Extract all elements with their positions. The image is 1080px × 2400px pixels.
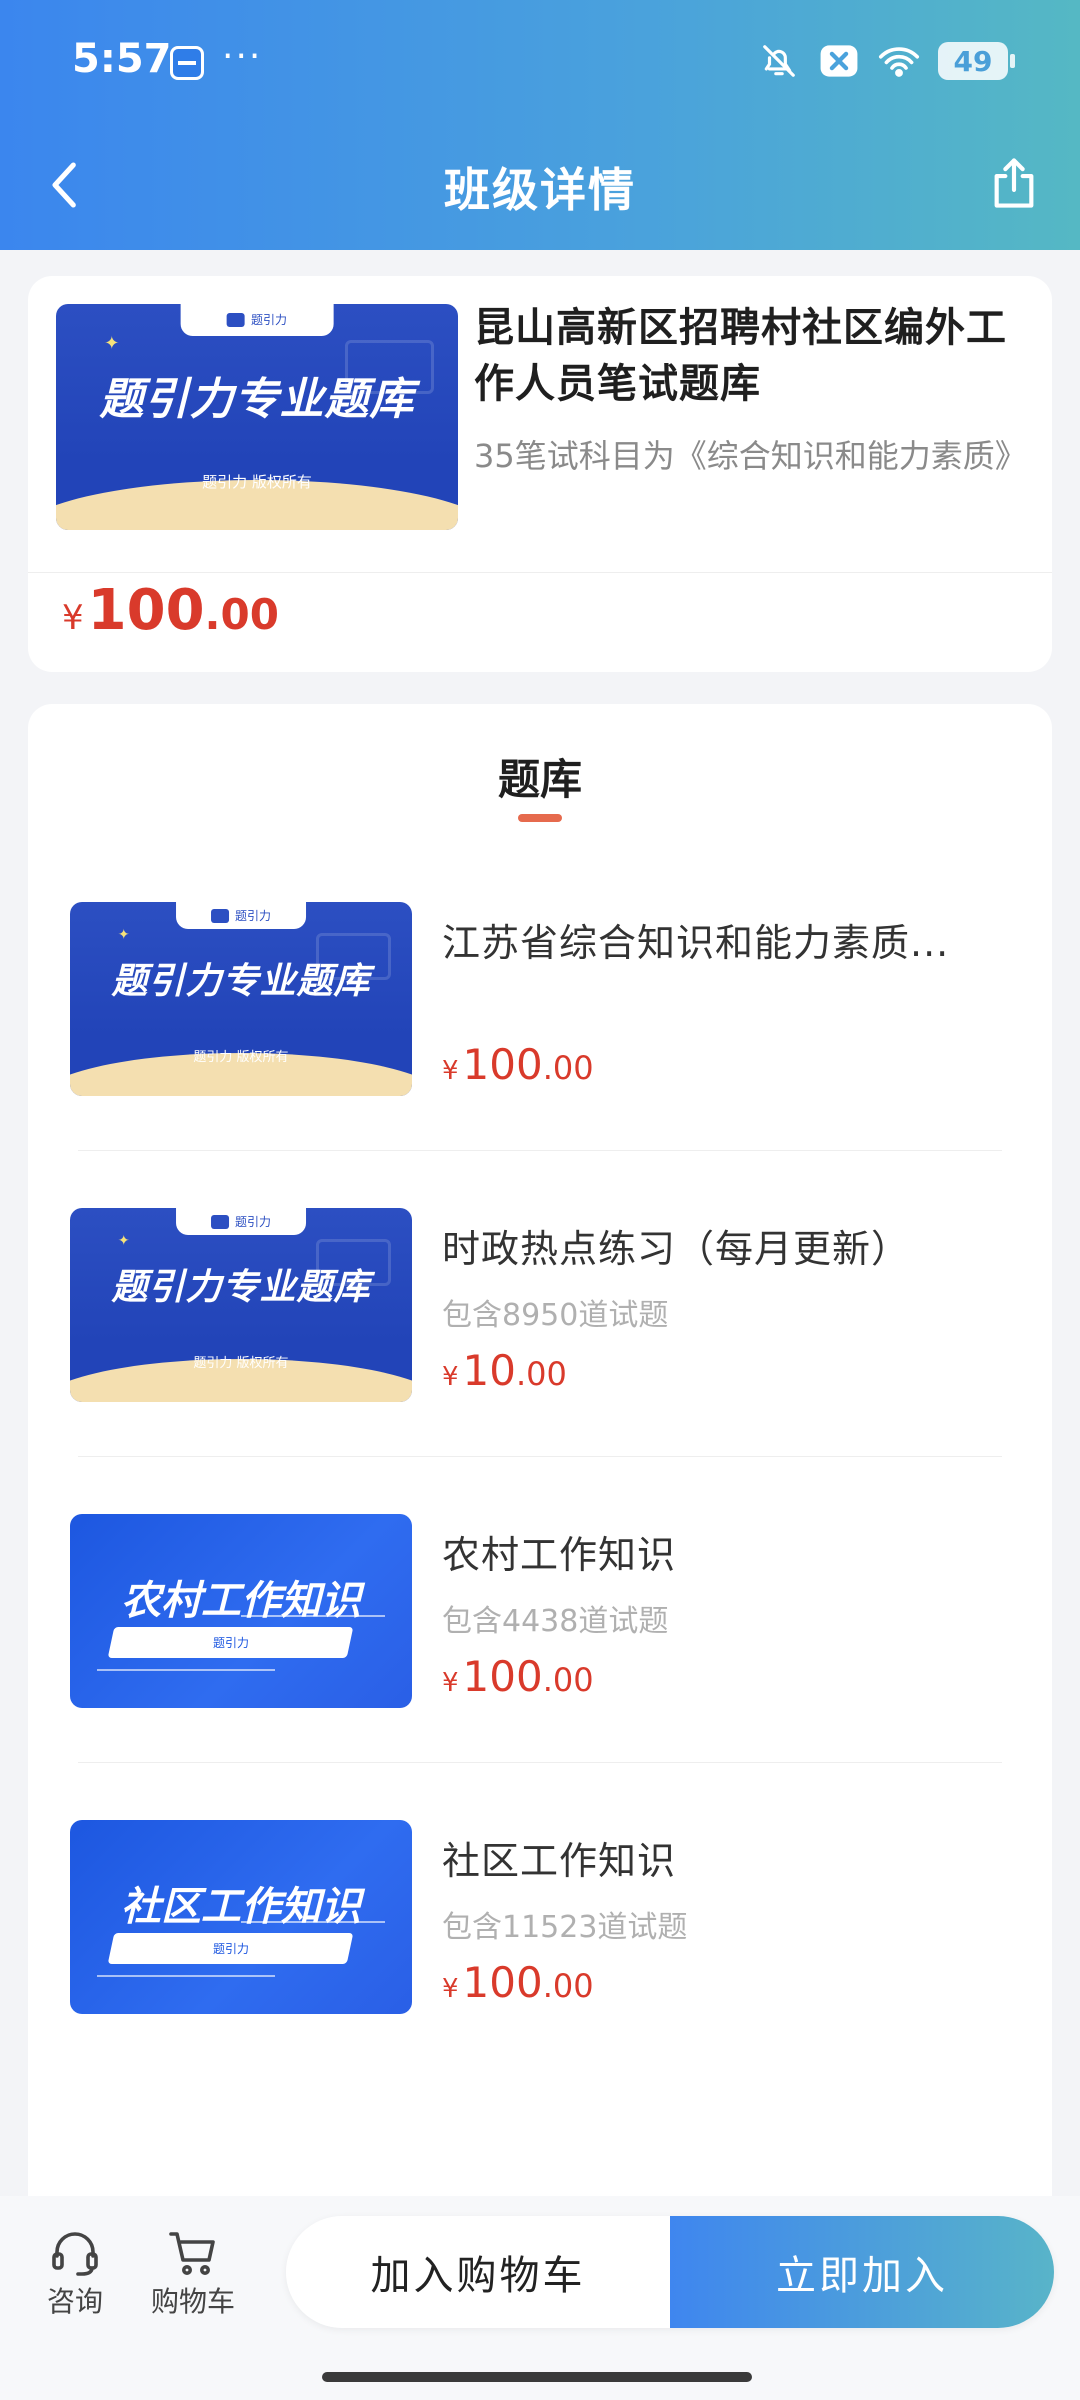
item-thumbnail: 社区工作知识 题引力 — [70, 1820, 412, 2014]
item-question-count: 包含8950道试题 — [442, 1298, 669, 1333]
product-title: 昆山高新区招聘村社区编外工作人员笔试题库 — [474, 305, 1007, 407]
item-title: 社区工作知识 — [442, 1839, 677, 1883]
thumbnail-tab: 题引力 — [180, 304, 334, 336]
tab-question-bank[interactable]: 题库 — [0, 746, 1080, 807]
bell-off-icon — [758, 40, 800, 82]
item-thumbnail: 题引力 ✦ 题引力专业题库 题引力 版权所有 — [70, 1208, 412, 1402]
item-title: 时政热点练习（每月更新） — [442, 1227, 911, 1271]
cart-icon — [169, 2232, 215, 2275]
item-price: ¥100.00 — [442, 1652, 594, 1701]
item-price: ¥100.00 — [442, 1958, 594, 2007]
divider — [28, 572, 1052, 573]
divider — [78, 1762, 1002, 1763]
headset-icon — [52, 2232, 98, 2276]
divider — [78, 1456, 1002, 1457]
product-description: 35笔试科目为《综合知识和能力素质》 — [474, 437, 1027, 475]
share-icon — [994, 158, 1034, 208]
cta-group: 加入购物车 立即加入 — [286, 2216, 1054, 2328]
item-price: ¥100.00 — [442, 1040, 594, 1089]
item-question-count: 包含4438道试题 — [442, 1604, 669, 1639]
status-time: 5:57 — [72, 36, 172, 82]
product-price: ¥ 100 .00 — [62, 578, 279, 643]
share-button[interactable] — [984, 148, 1044, 218]
item-thumbnail: 农村工作知识 题引力 — [70, 1514, 412, 1708]
product-thumbnail: 题引力 ✦ 题引力专业题库 题引力 版权所有 — [56, 304, 458, 530]
join-now-button[interactable]: 立即加入 — [670, 2216, 1054, 2328]
consult-button[interactable]: 咨询 — [30, 2228, 120, 2320]
page-title: 班级详情 — [444, 163, 636, 217]
item-question-count: 包含11523道试题 — [442, 1910, 688, 1945]
close-badge-icon — [818, 40, 860, 82]
item-thumbnail: 题引力 ✦ 题引力专业题库 题引力 版权所有 — [70, 902, 412, 1096]
wifi-icon — [878, 40, 920, 82]
thumbnail-footer: 题引力 版权所有 — [202, 473, 312, 492]
tab-indicator — [518, 814, 562, 822]
home-indicator[interactable] — [322, 2372, 752, 2382]
add-to-cart-button[interactable]: 加入购物车 — [286, 2216, 670, 2328]
header: 5:57 ··· 49 班级详情 — [0, 0, 1080, 250]
more-notifications: ··· — [222, 36, 263, 77]
divider — [78, 1150, 1002, 1151]
status-icons: 49 — [758, 40, 1015, 82]
item-title: 农村工作知识 — [442, 1533, 677, 1577]
cart-button[interactable]: 购物车 — [148, 2228, 238, 2320]
battery-icon: 49 — [938, 42, 1015, 80]
item-price: ¥10.00 — [442, 1346, 567, 1395]
wallet-app-icon — [170, 46, 204, 80]
thumbnail-headline: 题引力专业题库 — [99, 373, 415, 425]
item-title: 江苏省综合知识和能力素质... — [442, 921, 950, 965]
